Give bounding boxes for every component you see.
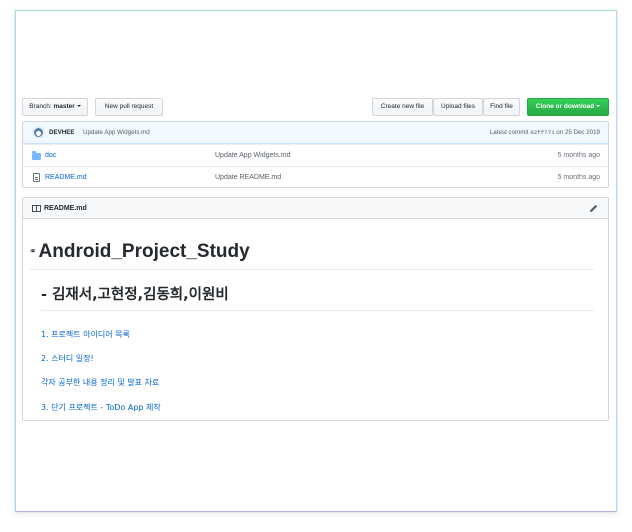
list-item: doc Update App Widgets.md 5 months ago <box>23 144 608 166</box>
create-new-file-button[interactable]: Create new file <box>372 98 433 116</box>
commit-hash[interactable]: 02ff771 <box>530 129 554 136</box>
file-list: DEVHEE Update App Widgets.md Latest comm… <box>22 121 609 188</box>
folder-icon <box>32 151 41 160</box>
find-file-button[interactable]: Find file <box>483 98 520 116</box>
commit-date: on 25 Dec 2019 <box>556 129 600 136</box>
readme-panel: README.md ⚭ Android_Project_Study - 김재서,고… <box>22 197 609 421</box>
file-name[interactable]: doc <box>45 152 56 159</box>
file-age: 5 months ago <box>557 173 600 181</box>
commit-latest-info: Latest commit 02ff771 on 25 Dec 2019 <box>490 129 600 136</box>
commit-message[interactable]: Update App Widgets.md <box>83 129 150 136</box>
readme-link-ideas[interactable]: 1. 프로젝트 아이디어 목록 <box>41 329 130 340</box>
readme-title: README.md <box>44 205 87 212</box>
link-icon[interactable]: ⚭ <box>29 246 37 257</box>
branch-label: Branch: <box>29 103 52 110</box>
file-commit-message[interactable]: Update App Widgets.md <box>215 152 291 159</box>
clone-or-download-button[interactable]: Clone or download <box>527 98 609 116</box>
readme-heading-text: Android_Project_Study <box>38 241 250 262</box>
readme-header: README.md <box>23 198 608 219</box>
file-icon <box>32 173 40 182</box>
list-item: README.md Update README.md 5 months ago <box>23 166 608 188</box>
repo-window: Branch: master New pull request Create n… <box>15 10 617 512</box>
chevron-down-icon <box>76 105 81 108</box>
chevron-down-icon <box>596 105 601 108</box>
latest-commit-bar: DEVHEE Update App Widgets.md Latest comm… <box>23 122 608 144</box>
file-commit-message[interactable]: Update README.md <box>215 174 281 181</box>
readme-link-materials[interactable]: 각자 공부한 내용 정리 및 발표 자료 <box>41 377 159 388</box>
pencil-icon[interactable] <box>588 203 599 214</box>
commit-author[interactable]: DEVHEE <box>49 129 74 136</box>
new-pull-request-button[interactable]: New pull request <box>95 98 163 116</box>
readme-link-todo-app[interactable]: 3. 단기 프로젝트 - ToDo App 제작 <box>41 402 161 413</box>
branch-select-button[interactable]: Branch: master <box>22 98 88 116</box>
branch-value: master <box>53 103 75 110</box>
readme-link-schedule[interactable]: 2. 스터디 일정! <box>41 353 94 364</box>
book-icon <box>32 205 41 212</box>
clone-label: Clone or download <box>535 103 595 110</box>
readme-subheading: - 김재서,고현정,김동희,이원비 <box>41 283 594 311</box>
readme-heading: ⚭ Android_Project_Study <box>29 241 594 270</box>
repo-toolbar: Branch: master New pull request Create n… <box>22 98 609 116</box>
file-name[interactable]: README.md <box>45 174 87 181</box>
upload-files-button[interactable]: Upload files <box>433 98 483 116</box>
file-age: 5 months ago <box>557 151 600 159</box>
commit-latest-prefix: Latest commit <box>489 129 529 136</box>
avatar[interactable] <box>32 126 45 139</box>
